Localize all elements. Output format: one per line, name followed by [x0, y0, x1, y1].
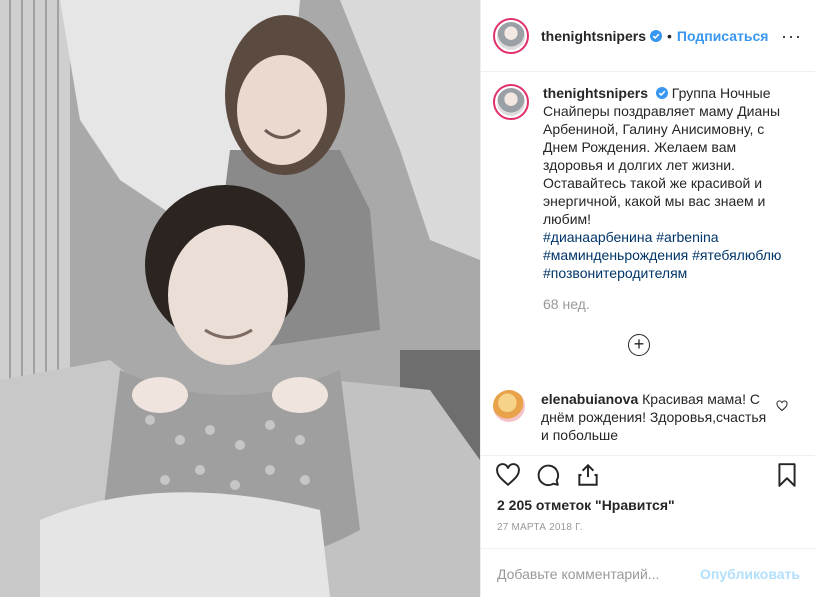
caption-username[interactable]: thenightsnipers: [543, 85, 648, 101]
verified-icon: [655, 87, 668, 99]
comment-row: elenabuianova Красивая мама! С днём рожд…: [493, 390, 771, 444]
share-icon[interactable]: [575, 462, 601, 488]
instagram-post: thenightsnipers • Подписаться ··· thenig…: [0, 0, 815, 597]
caption-text: Группа Ночные Снайперы поздравляет маму …: [543, 85, 781, 227]
photo-image: [0, 0, 480, 597]
action-icons: [495, 462, 800, 492]
post-photo[interactable]: [0, 0, 480, 597]
post-time-ago[interactable]: 68 нед.: [543, 296, 800, 312]
post-actions: 2 205 отметок "Нравится" 27 МАРТА 2018 Г…: [481, 455, 815, 597]
post-date[interactable]: 27 МАРТА 2018 Г.: [497, 522, 583, 533]
comment-text-block: elenabuianova Красивая мама! С днём рожд…: [541, 390, 771, 444]
comment-input[interactable]: [497, 565, 701, 582]
follow-button[interactable]: Подписаться: [677, 28, 769, 44]
post-header: thenightsnipers • Подписаться ···: [481, 0, 815, 72]
post-sidebar: thenightsnipers • Подписаться ··· thenig…: [480, 0, 815, 597]
publish-button[interactable]: Опубликовать: [700, 566, 800, 582]
header-separator: •: [667, 27, 672, 44]
caption-text-block: thenightsnipers Группа Ночные Снайперы п…: [543, 84, 793, 282]
heart-icon[interactable]: [495, 462, 521, 488]
verified-icon: [650, 29, 663, 42]
author-username[interactable]: thenightsnipers: [541, 28, 646, 44]
likes-count[interactable]: 2 205 отметок "Нравится": [497, 497, 675, 513]
author-avatar[interactable]: [493, 17, 529, 54]
caption-row: thenightsnipers Группа Ночные Снайперы п…: [493, 84, 800, 282]
commenter-username[interactable]: elenabuianova: [541, 391, 638, 407]
comment-icon[interactable]: [535, 462, 561, 488]
commenter-avatar[interactable]: [493, 390, 525, 422]
more-options-button[interactable]: ···: [781, 26, 802, 47]
bookmark-icon[interactable]: [774, 462, 800, 488]
heart-small-icon[interactable]: [776, 400, 788, 412]
comments-section: thenightsnipers Группа Ночные Снайперы п…: [481, 72, 815, 455]
caption-hashtags[interactable]: #дианаарбенина #arbenina #маминденьрожде…: [543, 229, 781, 281]
load-more-comments-button[interactable]: +: [628, 334, 650, 356]
add-comment-bar: Опубликовать: [481, 548, 815, 598]
caption-avatar[interactable]: [493, 84, 529, 120]
